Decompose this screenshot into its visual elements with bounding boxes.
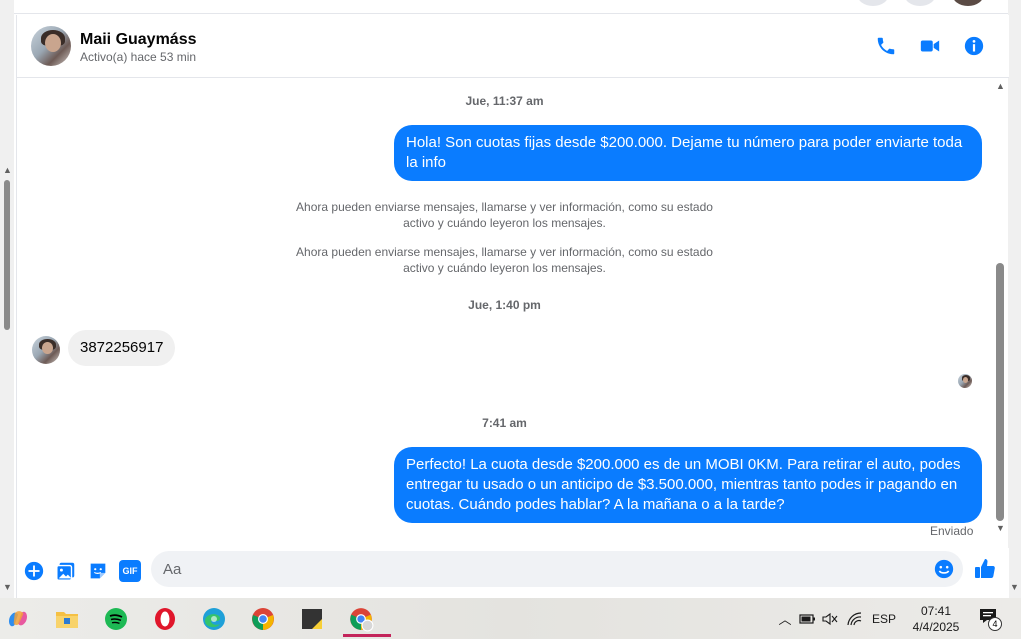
battery-icon[interactable] (798, 612, 816, 626)
outgoing-message[interactable]: Perfecto! La cuota desde $200.000 es de … (394, 447, 982, 523)
notification-badge: 4 (988, 617, 1002, 631)
clock-date: 4/4/2025 (912, 620, 960, 634)
page-scrollbar-left[interactable]: ▲ ▼ (0, 0, 14, 598)
scroll-thumb[interactable] (4, 180, 10, 330)
system-notice: Ahora pueden enviarse mensajes, llamarse… (296, 200, 713, 230)
phone-call-icon[interactable] (875, 35, 897, 57)
taskbar: ︿ ESP 07:41 4/4/2025 4 (0, 598, 1021, 639)
sender-avatar[interactable] (32, 336, 60, 364)
copilot-icon[interactable] (0, 602, 36, 636)
file-explorer-icon[interactable] (49, 602, 85, 636)
chrome-icon[interactable] (245, 602, 281, 636)
page-scrollbar-right[interactable]: ▼ (1008, 0, 1021, 598)
system-clock[interactable]: 07:41 4/4/2025 (904, 603, 968, 635)
chrome-profile-icon[interactable] (343, 602, 391, 637)
message-input[interactable] (151, 551, 963, 587)
top-nav-remnant (14, 0, 1008, 14)
chat-scroll-thumb[interactable] (996, 263, 1004, 521)
incoming-message[interactable]: 3872256917 (68, 330, 176, 366)
message-list: Jue, 11:37 am Hola! Son cuotas fijas des… (17, 79, 992, 549)
input-language[interactable]: ESP (872, 612, 896, 626)
chat-panel: Maii Guaymáss Activo(a) hace 53 min Jue,… (16, 15, 1009, 598)
top-circle-button[interactable] (857, 0, 889, 6)
tray-overflow-chevron-icon[interactable]: ︿ (776, 609, 794, 628)
system-tray: ︿ ESP (776, 598, 896, 639)
opera-icon[interactable] (147, 602, 183, 636)
profile-avatar[interactable] (952, 0, 984, 6)
scroll-up-arrow-icon[interactable]: ▲ (996, 81, 1005, 91)
info-icon[interactable] (963, 35, 985, 57)
notification-center[interactable]: 4 (978, 608, 1002, 631)
sticky-notes-icon[interactable] (294, 602, 330, 636)
video-call-icon[interactable] (919, 35, 941, 57)
edge-icon[interactable] (196, 602, 232, 636)
message-timestamp: Jue, 1:40 pm (468, 298, 541, 312)
scroll-down-arrow-icon[interactable]: ▼ (1010, 582, 1019, 592)
outgoing-message[interactable]: Hola! Son cuotas fijas desde $200.000. D… (394, 125, 982, 181)
contact-name[interactable]: Maii Guaymáss (80, 31, 197, 49)
message-timestamp: 7:41 am (482, 416, 527, 430)
sticker-icon[interactable] (87, 560, 109, 582)
plus-circle-icon[interactable] (23, 560, 45, 582)
volume-muted-icon[interactable] (821, 612, 839, 626)
contact-status: Activo(a) hace 53 min (80, 50, 197, 64)
chat-scrollbar[interactable]: ▲ ▼ (992, 79, 1009, 539)
emoji-icon[interactable] (933, 558, 955, 580)
thumbs-up-icon[interactable] (973, 557, 997, 581)
scroll-up-arrow-icon[interactable]: ▲ (3, 165, 12, 175)
message-timestamp: Jue, 11:37 am (465, 94, 544, 108)
spotify-icon[interactable] (98, 602, 134, 636)
seen-receipt-avatar (958, 374, 972, 388)
contact-avatar[interactable] (31, 26, 71, 66)
chat-header: Maii Guaymáss Activo(a) hace 53 min (17, 15, 1009, 78)
sent-status: Enviado (930, 524, 974, 538)
scroll-down-arrow-icon[interactable]: ▼ (996, 523, 1005, 533)
clock-time: 07:41 (920, 604, 952, 618)
photo-icon[interactable] (55, 560, 77, 582)
system-notice: Ahora pueden enviarse mensajes, llamarse… (296, 245, 713, 275)
wifi-icon[interactable] (846, 611, 864, 626)
top-circle-button[interactable] (904, 0, 936, 6)
scroll-down-arrow-icon[interactable]: ▼ (3, 582, 12, 592)
message-composer: GIF (17, 548, 1009, 598)
gif-button[interactable]: GIF (119, 560, 141, 582)
